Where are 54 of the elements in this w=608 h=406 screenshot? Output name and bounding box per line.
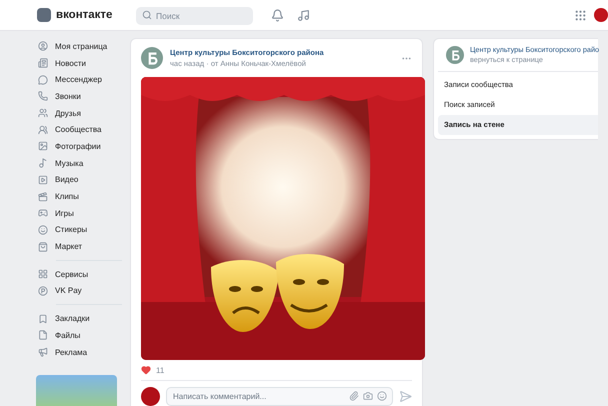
sidebar-item[interactable]: Друзья — [36, 104, 128, 122]
sidebar-item-icon — [38, 314, 48, 324]
sidebar-item-icon — [38, 192, 48, 202]
sidebar-item-icon — [38, 224, 48, 235]
sidebar-item[interactable]: Видео — [36, 172, 128, 188]
sidebar-item-icon — [38, 141, 48, 152]
sidebar-item[interactable]: Закладки — [36, 310, 128, 327]
commenter-avatar — [141, 387, 160, 406]
sidebar-item[interactable]: Фотографии — [36, 138, 128, 155]
sidebar-item-icon — [38, 124, 48, 135]
comment-field[interactable]: Написать комментарий... — [166, 387, 393, 406]
sidebar-item[interactable]: VK Pay — [36, 282, 128, 300]
sidebar-item-icon — [38, 41, 48, 52]
search-icon — [142, 10, 152, 20]
sidebar-item[interactable]: Музыка — [36, 154, 128, 172]
sidebar-item-icon — [38, 286, 48, 296]
user-avatar[interactable] — [594, 8, 608, 22]
sidebar-item-icon — [38, 330, 48, 340]
like-count: 11 — [156, 366, 164, 374]
sidebar-item[interactable]: Сообщества — [36, 121, 128, 138]
sidebar-item[interactable]: Маркет — [36, 238, 128, 255]
like-icon[interactable] — [141, 365, 151, 375]
brand-name[interactable]: вконтакте — [56, 9, 112, 21]
attach-icon[interactable] — [349, 391, 359, 401]
sidebar-item[interactable]: Мессенджер — [36, 71, 128, 88]
sidebar-item[interactable]: Моя страница — [36, 38, 128, 55]
sidebar-item-icon — [38, 58, 48, 68]
community-logo — [446, 46, 464, 64]
sidebar-item-icon — [38, 74, 48, 85]
sidebar-item-icon — [38, 158, 48, 168]
sidebar-item[interactable]: Стикеры — [36, 222, 128, 238]
search-field[interactable]: Поиск — [136, 7, 253, 25]
send-icon[interactable] — [399, 390, 412, 403]
sidebar-item-icon — [38, 269, 48, 280]
sidebar-item-icon — [38, 208, 48, 218]
sidebar-item[interactable]: Сервисы — [36, 266, 128, 283]
sidebar-item-icon — [38, 174, 48, 185]
sidebar-item-icon — [38, 108, 48, 118]
apps-grid-icon[interactable] — [574, 8, 587, 22]
sidebar-item[interactable]: Клипы — [36, 188, 128, 205]
sidebar-item-icon — [38, 242, 48, 252]
sidebar-item[interactable]: Звонки — [36, 88, 128, 105]
sidebar-item[interactable]: Игры — [36, 204, 128, 222]
sidebar-item[interactable]: Файлы — [36, 327, 128, 344]
sidebar-item-icon — [38, 91, 48, 102]
community-avatar — [141, 47, 163, 69]
sidebar-item[interactable]: Новости — [36, 54, 128, 72]
emoji-icon[interactable] — [377, 391, 387, 401]
camera-icon[interactable] — [363, 391, 373, 401]
vk-logo-icon[interactable] — [37, 8, 51, 22]
sidebar-item[interactable]: Реклама — [36, 344, 128, 360]
notifications-icon[interactable] — [271, 8, 284, 22]
sidebar-item-icon — [38, 347, 48, 358]
music-icon[interactable] — [297, 8, 310, 22]
